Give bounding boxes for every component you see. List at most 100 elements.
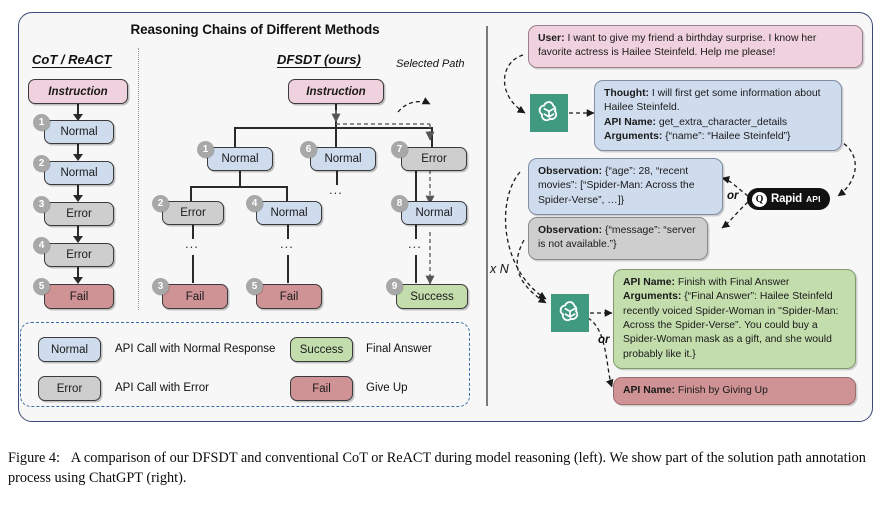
observation-error-bubble: Observation: {“message”: “server is not … xyxy=(528,217,708,260)
dfsdt-node-7: Error xyxy=(401,147,467,171)
dfsdt-badge-2: 2 xyxy=(152,195,169,212)
final-args-label: Arguments: xyxy=(623,291,682,303)
thought-api-label: API Name: xyxy=(604,116,656,128)
legend-text-success: Final Answer xyxy=(366,343,432,355)
final-api-value: Finish with Final Answer xyxy=(674,277,790,288)
legend-chip-normal: Normal xyxy=(38,337,101,362)
cot-badge-2: 2 xyxy=(33,155,50,172)
left-panel-title: Reasoning Chains of Different Methods xyxy=(130,22,380,37)
thought-bubble: Thought: I will first get some informati… xyxy=(594,80,842,152)
figure-page: Reasoning Chains of Different Methods Co… xyxy=(0,0,886,510)
cot-badge-4: 4 xyxy=(33,237,50,254)
dfsdt-ellipsis-2: ... xyxy=(280,236,294,251)
user-speaker-label: User: xyxy=(538,33,565,44)
dfsdt-badge-1: 1 xyxy=(197,141,214,158)
dfsdt-instruction-node: Instruction xyxy=(288,79,384,104)
dfsdt-edge-to-n4 xyxy=(286,186,289,201)
dfsdt-root-stem xyxy=(335,104,338,128)
repeat-count-label: x N xyxy=(490,262,509,276)
giveup-api-label: API Name: xyxy=(623,385,675,396)
cot-badge-5: 5 xyxy=(33,278,50,295)
user-message-bubble: User: I want to give my friend a birthda… xyxy=(528,25,863,68)
final-answer-bubble: API Name: Finish with Final Answer Argum… xyxy=(613,269,856,370)
rapidapi-mark-icon: Q xyxy=(752,191,767,207)
legend-text-error: API Call with Error xyxy=(115,382,209,394)
legend-chip-success: Success xyxy=(290,337,353,362)
user-message-text: I want to give my friend a birthday surp… xyxy=(538,33,817,59)
dfsdt-node-4: Normal xyxy=(256,201,322,225)
dfsdt-node-1: Normal xyxy=(207,147,273,171)
cot-node-3: Error xyxy=(44,202,114,226)
thought-api-value: get_extra_character_details xyxy=(655,116,788,128)
cot-node-4: Error xyxy=(44,243,114,267)
chatgpt-glyph xyxy=(538,101,558,122)
figure-caption: Figure 4: A comparison of our DFSDT and … xyxy=(8,448,880,489)
rapidapi-logo: Q Rapid API xyxy=(747,188,830,210)
chatgpt-logo-icon-bottom xyxy=(551,294,589,332)
cot-badge-1: 1 xyxy=(33,114,50,131)
dfsdt-badge-6: 6 xyxy=(300,141,317,158)
cot-node-1: Normal xyxy=(44,120,114,144)
observation-success-label: Observation: xyxy=(538,166,603,177)
dfsdt-n2-stem-b xyxy=(192,255,195,283)
rapidapi-name: Rapid xyxy=(771,193,802,205)
thought-args-value: {“name”: “Hailee Steinfeld”} xyxy=(662,131,791,143)
dfsdt-node-6: Normal xyxy=(310,147,376,171)
selected-path-label: Selected Path xyxy=(396,58,465,70)
dfsdt-badge-3: 3 xyxy=(152,278,169,295)
dfsdt-badge-9: 9 xyxy=(386,278,403,295)
cot-instruction-node: Instruction xyxy=(28,79,128,104)
legend-text-normal: API Call with Normal Response xyxy=(115,343,276,355)
dfsdt-edge-to-n6 xyxy=(335,127,338,147)
dfsdt-ellipsis-3: ... xyxy=(329,182,343,197)
cot-arrow-1 xyxy=(73,154,83,161)
dfsdt-badge-4: 4 xyxy=(246,195,263,212)
final-api-label: API Name: xyxy=(623,277,675,288)
cot-badge-3: 3 xyxy=(33,196,50,213)
dfsdt-n1-stem xyxy=(239,171,242,187)
dfsdt-n7-stem xyxy=(415,171,418,201)
dfsdt-ellipsis-1: ... xyxy=(185,236,199,251)
dfsdt-ellipsis-4: ... xyxy=(408,236,422,251)
cot-arrow-2 xyxy=(73,195,83,202)
caption-label: Figure 4: xyxy=(8,450,61,466)
dfsdt-edge-to-n7 xyxy=(431,127,434,147)
thought-label: Thought: xyxy=(604,88,650,99)
caption-text: A comparison of our DFSDT and convention… xyxy=(8,450,866,487)
dfsdt-node-9: Success xyxy=(396,284,468,309)
dfsdt-badge-5: 5 xyxy=(246,278,263,295)
dfsdt-badge-8: 8 xyxy=(391,195,408,212)
thought-args-label: Arguments: xyxy=(604,131,663,143)
rapidapi-suffix: API xyxy=(805,194,821,204)
heading-dfsdt: DFSDT (ours) xyxy=(277,52,361,67)
give-up-bubble: API Name: Finish by Giving Up xyxy=(613,377,856,406)
dfsdt-edge-to-n1 xyxy=(234,127,237,147)
or-label-finish: or xyxy=(598,334,610,346)
or-label-api: or xyxy=(727,190,739,202)
observation-success-bubble: Observation: {“age”: 28, “recent movies”… xyxy=(528,158,723,216)
dfsdt-node-5: Fail xyxy=(256,284,322,309)
chatgpt-glyph-2 xyxy=(559,301,579,322)
heading-cot-react: CoT / ReACT xyxy=(32,52,112,67)
giveup-api-value: Finish by Giving Up xyxy=(674,385,768,396)
cot-node-5: Fail xyxy=(44,284,114,309)
dfsdt-n8-stem-b xyxy=(415,255,418,283)
dfsdt-node-3: Fail xyxy=(162,284,228,309)
cot-node-2: Normal xyxy=(44,161,114,185)
dfsdt-node-2: Error xyxy=(162,201,224,225)
dfsdt-n4-stem-b xyxy=(287,255,290,283)
dfsdt-level1-bar xyxy=(235,127,433,130)
dfsdt-level2-bar xyxy=(191,186,288,189)
cot-arrow-3 xyxy=(73,236,83,243)
dfsdt-edge-to-n2 xyxy=(190,186,193,201)
legend-chip-error: Error xyxy=(38,376,101,401)
column-divider xyxy=(138,48,139,310)
observation-error-label: Observation: xyxy=(538,225,603,236)
cot-arrow-4 xyxy=(73,277,83,284)
legend-chip-fail: Fail xyxy=(290,376,353,401)
dfsdt-badge-7: 7 xyxy=(391,141,408,158)
dfsdt-node-8: Normal xyxy=(401,201,467,225)
legend-text-fail: Give Up xyxy=(366,382,408,394)
chatgpt-logo-icon-top xyxy=(530,94,568,132)
panel-divider xyxy=(486,26,488,406)
